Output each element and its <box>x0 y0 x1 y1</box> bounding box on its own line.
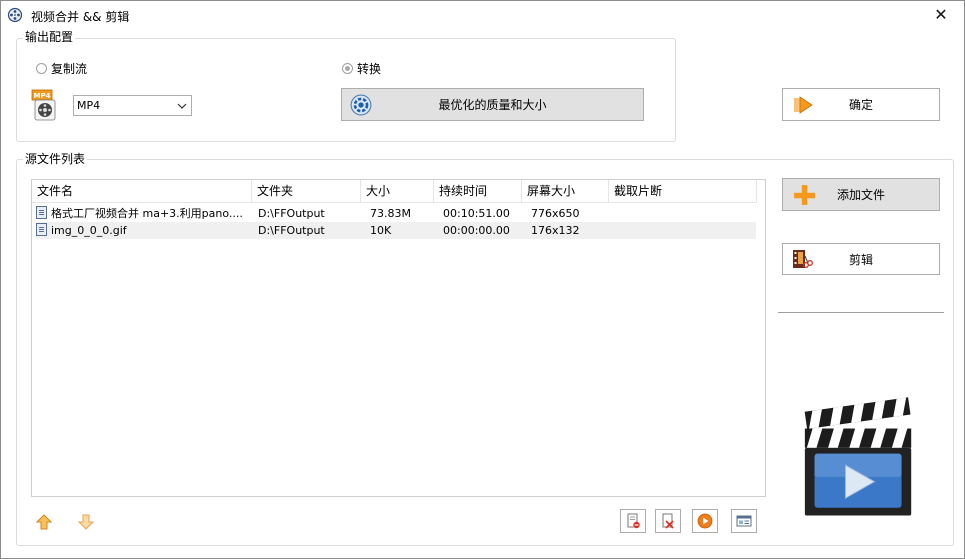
cell-size: 73.83M <box>370 207 411 220</box>
cell-clip <box>613 205 753 222</box>
info-button[interactable] <box>731 509 757 533</box>
info-card-icon <box>736 515 752 527</box>
plus-icon <box>794 184 815 205</box>
column-header-screen-size[interactable]: 屏幕大小 <box>522 180 609 203</box>
column-header-size[interactable]: 大小 <box>361 180 434 203</box>
settings-gear-icon <box>350 94 372 115</box>
table-row[interactable]: img_0_0_0.gif D:\FFOutput 10K 00:00:00.0… <box>36 222 756 239</box>
ok-button[interactable]: 确定 <box>782 88 940 121</box>
cell-folder: D:\FFOutput <box>258 224 325 237</box>
clear-list-button[interactable] <box>655 509 681 533</box>
cell-folder: D:\FFOutput <box>258 207 325 220</box>
column-header-filename[interactable]: 文件名 <box>32 180 252 203</box>
window-title: 视频合并 && 剪辑 <box>31 10 130 24</box>
cell-filename: 格式工厂视频合并 ma+3.利用pano.... <box>36 205 256 222</box>
arrow-up-icon[interactable] <box>36 514 52 530</box>
copy-stream-radio-dot[interactable] <box>36 63 47 74</box>
add-file-button[interactable]: 添加文件 <box>782 178 940 211</box>
copy-stream-label: 复制流 <box>51 62 88 76</box>
arrow-down-icon[interactable] <box>78 514 94 530</box>
main-window: 视频合并 && 剪辑 ✕ 输出配置 复制流 转换 MP4 MP4 最优化的质量和… <box>0 0 965 559</box>
arrow-right-icon <box>794 95 813 114</box>
clapperboard-play-icon <box>804 397 912 516</box>
convert-radio-dot[interactable] <box>342 63 353 74</box>
column-header-clip[interactable]: 截取片断 <box>609 180 757 203</box>
source-file-list[interactable]: 文件名 文件夹 大小 持续时间 屏幕大小 截取片断 格式工厂视频合并 ma+3.… <box>31 179 766 497</box>
cell-size: 10K <box>370 224 392 237</box>
cell-screen-size: 176x132 <box>531 224 580 237</box>
table-row[interactable]: 格式工厂视频合并 ma+3.利用pano.... D:\FFOutput 73.… <box>36 205 756 222</box>
file-icon <box>36 206 47 219</box>
chevron-down-icon <box>177 103 187 109</box>
cell-clip <box>613 222 753 239</box>
title-bar: 视频合并 && 剪辑 ✕ <box>1 1 964 31</box>
format-select[interactable]: MP4 <box>73 95 192 116</box>
filename-text: 格式工厂视频合并 ma+3.利用pano.... <box>51 207 243 220</box>
cell-duration: 00:00:00.00 <box>443 224 510 237</box>
edit-button-label: 剪辑 <box>848 252 873 267</box>
remove-file-icon <box>627 513 640 529</box>
cell-screen-size: 776x650 <box>531 207 580 220</box>
copy-stream-radio[interactable]: 复制流 <box>36 60 87 77</box>
mp4-badge-text: MP4 <box>34 92 51 100</box>
ok-button-label: 确定 <box>848 98 873 112</box>
cell-duration: 00:10:51.00 <box>443 207 510 220</box>
quality-button[interactable]: 最优化的质量和大小 <box>341 88 644 121</box>
film-reel-icon <box>7 7 23 23</box>
remove-file-button[interactable] <box>620 509 646 533</box>
output-config-title: 输出配置 <box>23 30 76 44</box>
close-icon: ✕ <box>934 5 948 24</box>
cell-filename: img_0_0_0.gif <box>36 222 256 239</box>
film-scissors-icon <box>793 250 813 268</box>
convert-radio[interactable]: 转换 <box>342 60 381 77</box>
play-icon <box>697 513 713 529</box>
column-header-folder[interactable]: 文件夹 <box>252 180 361 203</box>
format-select-value: MP4 <box>77 99 101 112</box>
clear-list-icon <box>662 513 674 529</box>
mp4-film-icon: MP4 <box>31 89 56 121</box>
close-button[interactable]: ✕ <box>918 1 964 31</box>
edit-button[interactable]: 剪辑 <box>782 243 940 275</box>
file-icon <box>36 223 47 236</box>
filename-text: img_0_0_0.gif <box>51 224 127 237</box>
column-header-duration[interactable]: 持续时间 <box>434 180 522 203</box>
convert-label: 转换 <box>357 62 382 76</box>
add-file-label: 添加文件 <box>836 188 885 202</box>
play-button[interactable] <box>692 509 718 533</box>
list-header: 文件名 文件夹 大小 持续时间 屏幕大小 截取片断 <box>32 180 757 203</box>
quality-button-label: 最优化的质量和大小 <box>438 98 547 112</box>
source-list-title: 源文件列表 <box>23 152 88 166</box>
side-divider <box>778 312 944 313</box>
